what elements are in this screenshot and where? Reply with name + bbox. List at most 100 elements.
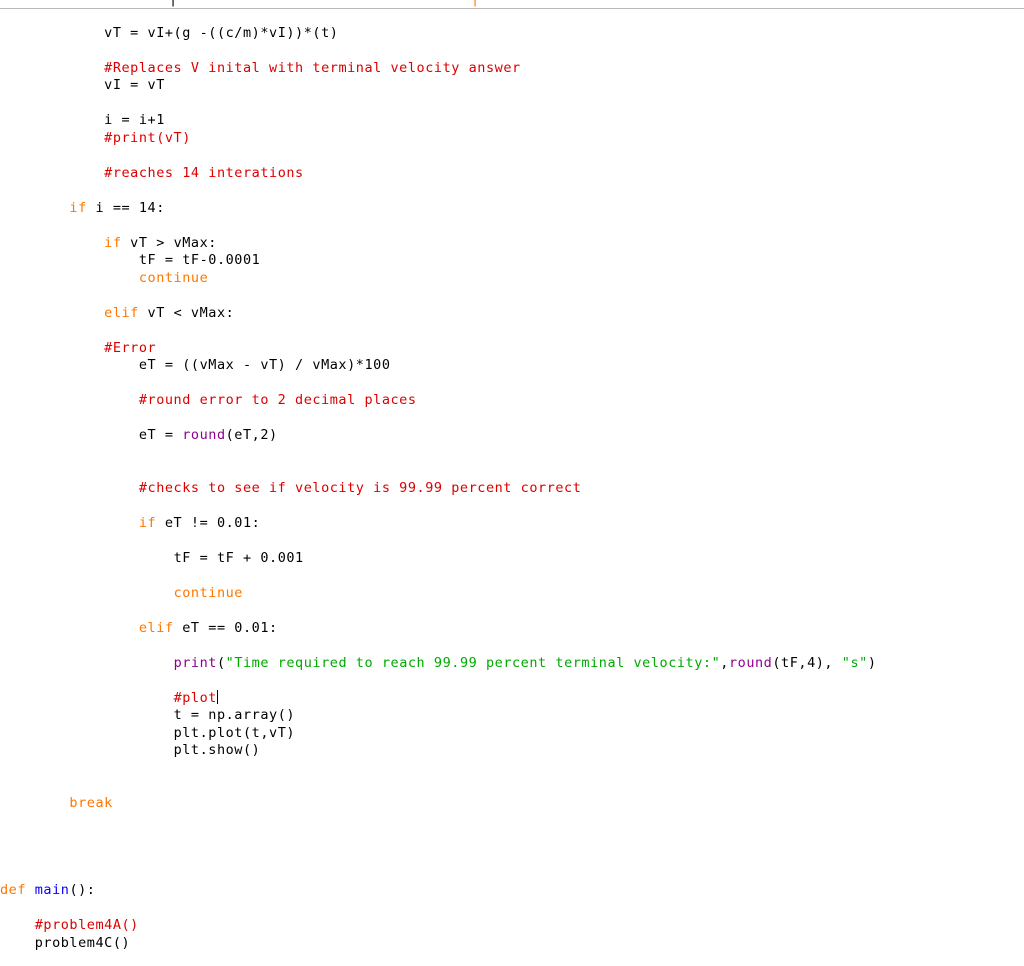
code-line[interactable]: ​ [0,182,877,200]
code-line[interactable]: ​ [0,812,877,830]
code-line[interactable]: ​ [0,760,877,778]
code-line[interactable]: #Error [0,340,877,358]
code-line[interactable]: ​ [0,865,877,883]
code-line[interactable]: #checks to see if velocity is 99.99 perc… [0,480,877,498]
code-line[interactable]: plt.show() [0,742,877,760]
code-token-default: vT = vI+(g -((c/m)*vI))*(t) [104,24,339,41]
code-token-keyword: elif [138,619,174,636]
code-line[interactable]: if eT != 0.01: [0,515,877,533]
code-token-comment: #print(vT) [104,129,191,146]
code-line[interactable]: elif vT < vMax: [0,305,877,323]
code-line[interactable]: i = i+1 [0,112,877,130]
code-editor-area[interactable]: vT = vI+(g -((c/m)*vI))*(t)​ #Replaces V… [0,9,1024,966]
source-code-text[interactable]: vT = vI+(g -((c/m)*vI))*(t)​ #Replaces V… [0,25,877,966]
code-line[interactable]: plt.plot(t,vT) [0,725,877,743]
code-line[interactable]: ​ [0,410,877,428]
code-token-string: "Time required to reach 99.99 percent te… [225,654,721,671]
code-line[interactable]: ​ [0,445,877,463]
code-token-default: eT == 0.01: [173,619,278,636]
code-line[interactable]: vI = vT [0,77,877,95]
code-token-keyword: if [138,514,157,531]
code-token-default: , [720,654,729,671]
code-token-keyword: def [0,882,27,898]
code-line[interactable]: ​ [0,462,877,480]
code-token-default: ) [867,654,877,671]
code-token-default: eT = [138,427,183,443]
code-token-builtin: round [182,427,226,443]
code-token-default: eT = ((vMax - vT) / vMax)*100 [138,357,391,373]
code-line[interactable]: continue [0,585,877,603]
code-line[interactable]: #print(vT) [0,130,877,148]
code-line[interactable]: ​ [0,497,877,515]
code-line[interactable]: ​ [0,900,877,918]
code-token-default: (eT,2) [225,427,278,443]
code-line[interactable]: ​ [0,830,877,848]
code-token-default: tF = tF-0.0001 [138,252,261,268]
code-line[interactable]: ​ [0,847,877,865]
code-line[interactable]: ​ [0,602,877,620]
code-line[interactable]: ​ [0,567,877,585]
code-token-keyword: continue [173,584,243,601]
code-token-keyword: break [69,794,113,811]
code-line[interactable]: ​ [0,217,877,235]
code-line[interactable]: ​ [0,42,877,60]
code-line[interactable]: vT = vI+(g -((c/m)*vI))*(t) [0,25,877,43]
code-line[interactable]: ​ [0,287,877,305]
code-line[interactable]: ​ [0,637,877,655]
code-token-default [26,882,35,898]
code-line[interactable]: tF = tF + 0.001 [0,550,877,568]
code-line[interactable]: def main(): [0,882,877,900]
code-line[interactable]: break [0,795,877,813]
code-token-comment: #checks to see if velocity is 99.99 perc… [138,479,582,496]
code-line[interactable]: eT = round(eT,2) [0,427,877,445]
code-line[interactable]: #reaches 14 interations [0,165,877,183]
code-line[interactable]: ​ [0,952,877,966]
code-line[interactable]: ​ [0,147,877,165]
code-line[interactable]: ​ [0,95,877,113]
code-token-keyword: if [104,234,122,251]
code-line[interactable]: tF = tF-0.0001 [0,252,877,270]
code-line[interactable]: problem4C() [0,935,877,953]
code-token-default: ( [216,654,226,671]
code-token-default: plt.plot(t,vT) [173,724,296,741]
code-token-comment: #Replaces V inital with terminal velocit… [104,59,521,76]
code-line[interactable]: ​ [0,672,877,690]
clipped-text-strip: | | [0,0,1024,9]
code-line[interactable]: continue [0,270,877,288]
code-line[interactable]: #Replaces V inital with terminal velocit… [0,60,877,78]
code-line[interactable]: elif eT == 0.01: [0,620,877,638]
code-line[interactable]: eT = ((vMax - vT) / vMax)*100 [0,357,877,375]
code-line[interactable]: print("Time required to reach 99.99 perc… [0,655,877,673]
code-token-keyword: elif [104,304,139,321]
code-token-string: "s" [841,654,868,671]
code-line[interactable]: #plot [0,689,877,708]
code-token-default: problem4C() [34,934,131,951]
code-line[interactable]: ​ [0,532,877,550]
code-line[interactable]: ​ [0,375,877,393]
code-line[interactable]: ​ [0,777,877,795]
code-line[interactable]: #problem4A() [0,917,877,935]
code-line[interactable]: if vT > vMax: [0,235,877,253]
code-line[interactable]: ​ [0,322,877,340]
code-token-default: t = np.array() [173,707,296,723]
code-line[interactable]: t = np.array() [0,707,877,725]
code-line[interactable]: if i == 14: [0,200,877,218]
code-line[interactable]: #round error to 2 decimal places [0,392,877,410]
